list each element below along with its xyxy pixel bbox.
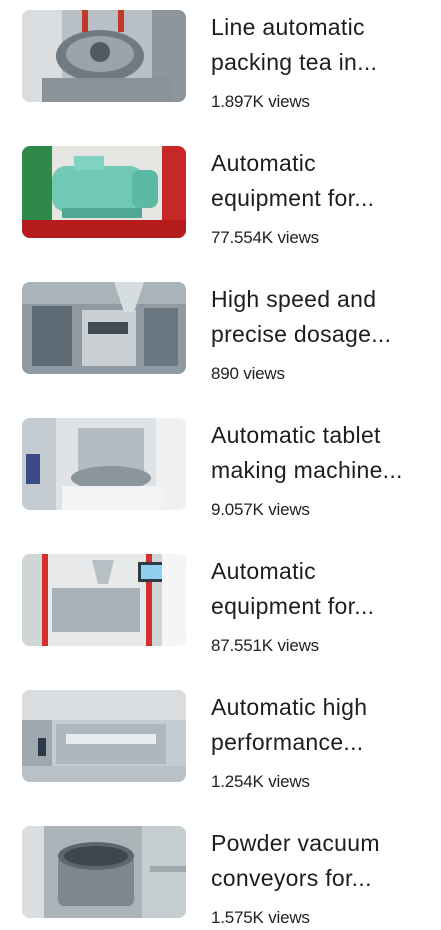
view-count: 1.254K views (211, 772, 310, 791)
video-thumbnail[interactable] (22, 10, 186, 102)
video-item[interactable]: Automatic equipment for... 77.554K views (0, 136, 441, 247)
video-item[interactable]: Automatic high performance... 1.254K view… (0, 680, 441, 791)
video-title[interactable]: Powder vacuum conveyors for... (211, 826, 437, 896)
view-count: 77.554K views (211, 228, 319, 247)
video-thumbnail[interactable] (22, 282, 186, 374)
video-item[interactable]: Line automatic packing tea in... 1.897K v… (0, 0, 441, 111)
video-thumbnail[interactable] (22, 690, 186, 782)
video-thumbnail[interactable] (22, 826, 186, 918)
view-count: 890 views (211, 364, 285, 383)
video-thumbnail[interactable] (22, 554, 186, 646)
view-count: 9.057K views (211, 500, 310, 519)
video-thumbnail[interactable] (22, 418, 186, 510)
view-count: 87.551K views (211, 636, 319, 655)
video-item[interactable]: Automatic equipment for... 87.551K views (0, 544, 441, 655)
video-list: Line automatic packing tea in... 1.897K v… (0, 0, 441, 930)
video-thumbnail[interactable] (22, 146, 186, 238)
video-item[interactable]: Powder vacuum conveyors for... 1.575K vie… (0, 816, 441, 927)
view-count: 1.897K views (211, 92, 310, 111)
video-title[interactable]: Automatic equipment for... (211, 554, 437, 624)
video-item[interactable]: Automatic tablet making machine... 9.057K… (0, 408, 441, 519)
video-title[interactable]: Automatic high performance... (211, 690, 437, 760)
view-count: 1.575K views (211, 908, 310, 927)
video-title[interactable]: High speed and precise dosage... (211, 282, 437, 352)
video-title[interactable]: Line automatic packing tea in... (211, 10, 437, 80)
video-title[interactable]: Automatic equipment for... (211, 146, 437, 216)
video-title[interactable]: Automatic tablet making machine... (211, 418, 437, 488)
video-item[interactable]: High speed and precise dosage... 890 view… (0, 272, 441, 383)
